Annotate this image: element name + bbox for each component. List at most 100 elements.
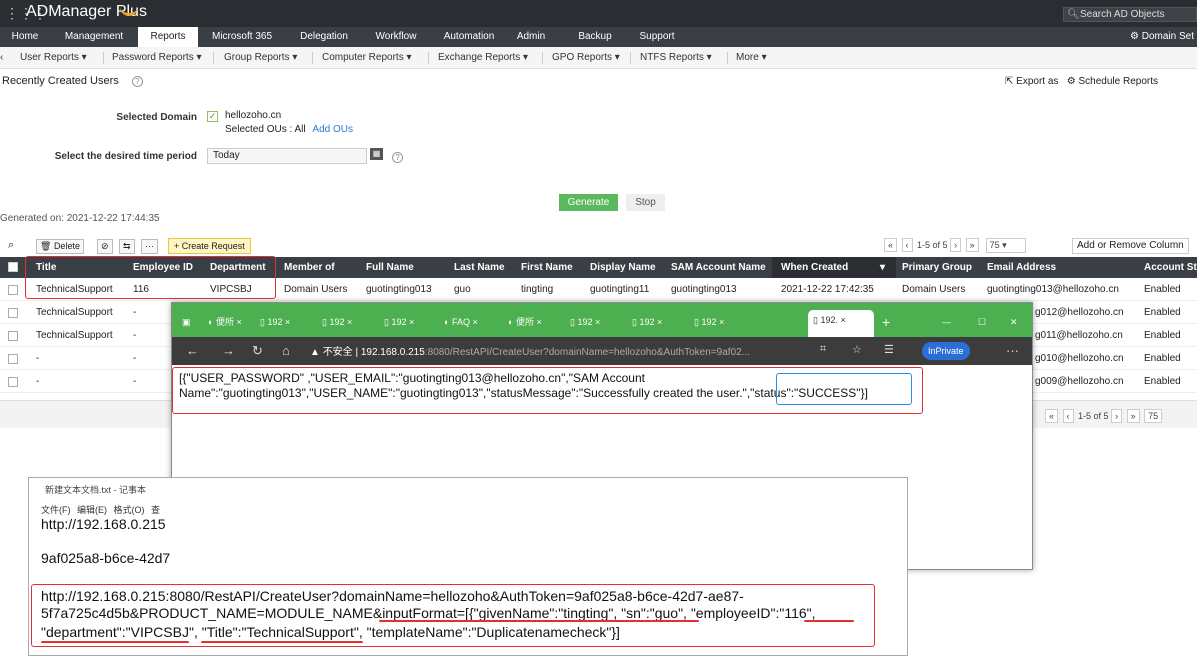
disable-icon[interactable]: ⊘ xyxy=(97,239,113,254)
help-icon[interactable]: ? xyxy=(131,76,143,87)
column-header[interactable]: Display Name xyxy=(590,257,656,278)
column-header[interactable]: Full Name xyxy=(366,257,414,278)
row-checkbox[interactable] xyxy=(8,331,18,341)
row-checkbox[interactable] xyxy=(8,308,18,318)
close-icon[interactable]: ✕ xyxy=(1010,312,1018,332)
next-page-icon[interactable]: › xyxy=(1111,409,1123,423)
submenu-ntfs-reports[interactable]: NTFS Reports ▾ xyxy=(640,52,712,63)
generate-button[interactable]: Generate xyxy=(559,194,618,211)
browser-tab[interactable]: ◐ FAQ × xyxy=(444,312,478,332)
tab-actions-icon[interactable]: ▣ xyxy=(182,312,191,332)
refresh-icon[interactable]: ↻ xyxy=(252,343,263,359)
new-tab-icon[interactable]: + xyxy=(882,312,890,332)
select-all-checkbox[interactable] xyxy=(8,262,18,272)
browser-tab-active[interactable]: ▯ 192. × xyxy=(808,310,874,337)
submenu-password-reports[interactable]: Password Reports ▾ xyxy=(112,52,202,63)
menu-icon[interactable]: ··· xyxy=(1006,343,1019,358)
reader-icon[interactable]: ⌗ xyxy=(820,343,826,356)
page-range: 1-5 of 5 xyxy=(917,240,948,250)
tab-workflow[interactable]: Workflow xyxy=(364,27,428,47)
row-checkbox[interactable] xyxy=(8,354,18,364)
tab-support[interactable]: Support xyxy=(628,27,686,47)
submenu-group-reports[interactable]: Group Reports ▾ xyxy=(224,52,297,63)
cell-full-name: guotingting013 xyxy=(366,284,432,295)
warning-icon: ▲ xyxy=(310,347,320,358)
browser-tab[interactable]: ▯ 192 × xyxy=(570,312,600,332)
favorite-icon[interactable]: ☆ xyxy=(852,343,862,356)
submenu-collapse-icon[interactable]: ‹ xyxy=(0,52,3,63)
browser-tab[interactable]: ◐ 便所 × xyxy=(208,312,242,332)
browser-tab[interactable]: ▯ 192 × xyxy=(694,312,724,332)
delete-button[interactable]: 🗑︎ Delete xyxy=(36,239,84,254)
export-as-button[interactable]: Export as xyxy=(1016,76,1058,87)
column-header[interactable]: SAM Account Name xyxy=(671,257,766,278)
browser-tab[interactable]: ▯ 192 × xyxy=(322,312,352,332)
maximize-icon[interactable]: ☐ xyxy=(978,312,986,332)
browser-tab[interactable]: ▯ 192 × xyxy=(260,312,290,332)
time-period-select[interactable]: Today xyxy=(207,148,367,164)
cell-email: guotingting013@hellozoho.cn xyxy=(987,284,1119,295)
page-size-select[interactable]: 75 ▾ xyxy=(985,238,1026,253)
add-ous-link[interactable]: Add OUs xyxy=(312,124,353,135)
create-request-button[interactable]: + Create Request xyxy=(168,238,251,254)
home-icon[interactable]: ⌂ xyxy=(282,343,290,358)
column-header[interactable]: Primary Group xyxy=(902,257,972,278)
submenu-gpo-reports[interactable]: GPO Reports ▾ xyxy=(552,52,620,63)
column-header-sorted[interactable]: When Created ▾ xyxy=(772,257,896,278)
help-icon[interactable]: ? xyxy=(392,152,403,163)
schedule-reports-button[interactable]: Schedule Reports xyxy=(1079,76,1159,87)
last-page-icon[interactable]: » xyxy=(965,238,979,252)
stop-button[interactable]: Stop xyxy=(626,194,665,211)
add-remove-column-button[interactable]: Add or Remove Column xyxy=(1072,238,1189,254)
cell-email: g010@hellozoho.cn xyxy=(1035,353,1124,364)
tab-delegation[interactable]: Delegation xyxy=(288,27,360,47)
back-icon[interactable]: ← xyxy=(186,343,199,358)
column-header[interactable]: First Name xyxy=(521,257,573,278)
move-icon[interactable]: ⇆ xyxy=(119,239,135,254)
notepad-menu[interactable]: 文件(F) 编辑(E) 格式(O) 查 xyxy=(41,503,160,516)
tab-automation[interactable]: Automation xyxy=(432,27,506,47)
last-page-icon[interactable]: » xyxy=(1126,409,1140,423)
url-host: 192.168.0.215 xyxy=(360,347,425,358)
url-field[interactable]: ▲ 不安全 | 192.168.0.215:8080/RestAPI/Creat… xyxy=(310,343,750,358)
submenu-user-reports[interactable]: User Reports ▾ xyxy=(20,52,87,63)
browser-tab[interactable]: ▯ 192 × xyxy=(632,312,662,332)
inprivate-badge[interactable]: InPrivate xyxy=(922,342,970,360)
selected-domain-label: Selected Domain xyxy=(116,112,197,123)
domain-settings-label: Domain Set xyxy=(1141,31,1194,42)
forward-icon[interactable]: → xyxy=(222,343,235,358)
column-header[interactable]: Account Sta xyxy=(1144,257,1197,278)
first-page-icon[interactable]: « xyxy=(1045,409,1059,423)
next-page-icon[interactable]: › xyxy=(950,238,962,252)
submenu-more[interactable]: More ▾ xyxy=(736,52,767,63)
prev-page-icon[interactable]: ‹ xyxy=(901,238,913,252)
prev-page-icon[interactable]: ‹ xyxy=(1062,409,1074,423)
minimize-icon[interactable]: — xyxy=(942,312,951,332)
tab-management[interactable]: Management xyxy=(52,27,136,47)
cell-title: TechnicalSupport xyxy=(36,330,113,341)
column-header[interactable]: Email Address xyxy=(987,257,1056,278)
search-input[interactable]: 🔍︎ Search AD Objects xyxy=(1063,7,1197,22)
cell-last-name: guo xyxy=(454,284,471,295)
more-button[interactable]: ··· xyxy=(141,239,158,254)
submenu-exchange-reports[interactable]: Exchange Reports ▾ xyxy=(438,52,528,63)
calendar-icon[interactable]: ▦ xyxy=(370,148,383,160)
tab-microsoft-365[interactable]: Microsoft 365 xyxy=(200,27,284,47)
row-checkbox[interactable] xyxy=(8,285,18,295)
submenu-computer-reports[interactable]: Computer Reports ▾ xyxy=(322,52,412,63)
tab-backup[interactable]: Backup xyxy=(566,27,624,47)
favorites-list-icon[interactable]: ☰ xyxy=(884,343,894,356)
page-size-select[interactable]: 75 xyxy=(1144,409,1163,423)
row-checkbox[interactable] xyxy=(8,377,18,387)
tab-admin[interactable]: Admin xyxy=(510,27,552,47)
column-header[interactable]: Last Name xyxy=(454,257,505,278)
column-header[interactable]: Member of xyxy=(284,257,335,278)
domain-settings[interactable]: ⚙ Domain Set xyxy=(1130,27,1194,47)
domain-checkbox[interactable]: ✓ xyxy=(207,111,218,122)
first-page-icon[interactable]: « xyxy=(884,238,898,252)
search-icon[interactable]: ⌕ xyxy=(8,239,14,252)
tab-reports[interactable]: Reports xyxy=(138,27,198,47)
browser-tab[interactable]: ▯ 192 × xyxy=(384,312,414,332)
tab-home[interactable]: Home xyxy=(0,27,50,47)
browser-tab[interactable]: ◐ 便所 × xyxy=(508,312,542,332)
